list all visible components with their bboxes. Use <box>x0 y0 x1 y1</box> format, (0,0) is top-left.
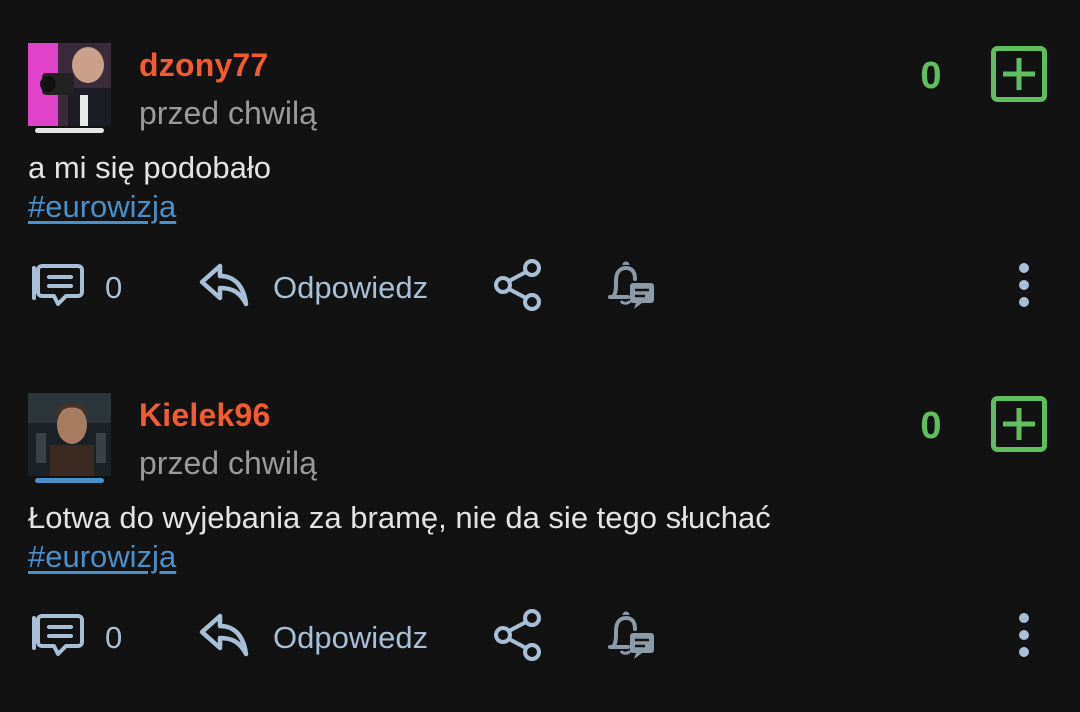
notify-button[interactable] <box>604 259 658 313</box>
username[interactable]: Kielek96 <box>139 397 270 434</box>
avatar[interactable] <box>28 393 111 476</box>
comment-count: 0 <box>105 620 123 655</box>
comments-button[interactable] <box>28 612 84 658</box>
avatar-status-bar <box>35 478 104 483</box>
reply-arrow-icon <box>199 613 249 657</box>
upvote-button[interactable] <box>991 46 1047 102</box>
upvote-button[interactable] <box>991 396 1047 452</box>
share-button[interactable] <box>492 258 544 312</box>
username[interactable]: dzony77 <box>139 47 268 84</box>
tag-link[interactable]: #eurowizja <box>28 539 176 575</box>
vote-count: 0 <box>920 55 942 97</box>
more-options-button[interactable] <box>1008 610 1040 660</box>
comment-body: a mi się podobało <box>28 150 271 185</box>
reply-button[interactable] <box>198 610 250 658</box>
timestamp: przed chwilą <box>139 95 317 131</box>
bell-notification-icon <box>608 261 654 309</box>
more-options-button[interactable] <box>1008 260 1040 310</box>
comment-count: 0 <box>105 270 123 305</box>
reply-button[interactable] <box>198 260 250 308</box>
timestamp: przed chwilą <box>139 445 317 481</box>
bell-notification-icon <box>608 611 654 659</box>
more-vertical-icon <box>1019 613 1029 657</box>
vote-count: 0 <box>920 405 942 447</box>
comment-card: Kielek96 przed chwilą 0 Łotwa do wyjeban… <box>0 370 1080 700</box>
share-icon <box>494 259 541 311</box>
reply-label[interactable]: Odpowiedz <box>273 620 428 656</box>
comment-feed: dzony77 przed chwilą 0 a mi się podobało… <box>0 0 1080 712</box>
more-vertical-icon <box>1019 263 1029 307</box>
tag-link[interactable]: #eurowizja <box>28 189 176 225</box>
share-button[interactable] <box>492 608 544 662</box>
reply-label[interactable]: Odpowiedz <box>273 270 428 306</box>
comment-icon <box>32 614 84 656</box>
share-icon <box>494 609 541 661</box>
action-bar: 0 Odpowiedz <box>0 252 1080 322</box>
plus-square-icon <box>991 396 1047 452</box>
avatar-status-bar <box>35 128 104 133</box>
comment-card: dzony77 przed chwilą 0 a mi się podobało… <box>0 20 1080 350</box>
reply-arrow-icon <box>199 263 249 307</box>
avatar[interactable] <box>28 43 111 126</box>
comments-button[interactable] <box>28 262 84 308</box>
comment-icon <box>32 264 84 306</box>
action-bar: 0 Odpowiedz <box>0 602 1080 672</box>
comment-body: Łotwa do wyjebania za bramę, nie da sie … <box>28 500 771 535</box>
notify-button[interactable] <box>604 609 658 663</box>
plus-square-icon <box>991 46 1047 102</box>
